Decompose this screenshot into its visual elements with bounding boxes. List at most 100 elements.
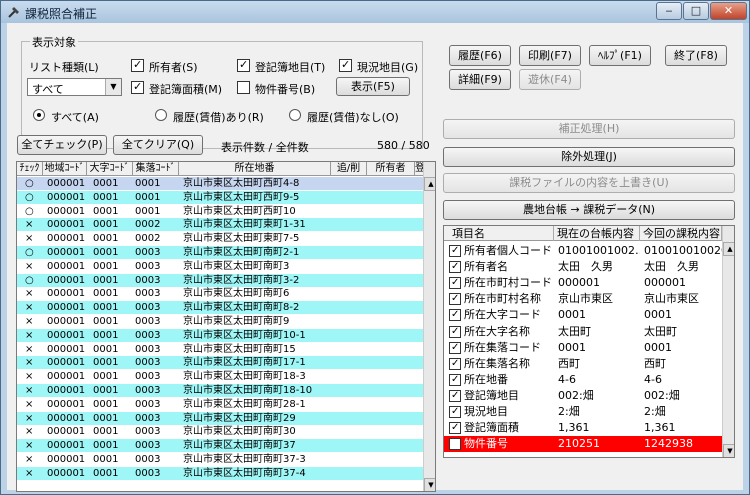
- table-row[interactable]: × 000001 0001 0003 京山市東区太田町南町37-4: [17, 466, 424, 480]
- table-row[interactable]: × 000001 0001 0002 京山市東区太田町東町7-5: [17, 232, 424, 246]
- detail-button[interactable]: 詳細(F9): [449, 69, 511, 90]
- table-row[interactable]: × 000001 0001 0003 京山市東区太田町南町30: [17, 425, 424, 439]
- grid-col-oaza[interactable]: 大字ｺｰﾄﾞ: [87, 162, 133, 176]
- farm-to-tax-button[interactable]: 農地台帳 → 課税データ(N): [443, 200, 735, 220]
- chevron-down-icon[interactable]: ▼: [105, 79, 121, 95]
- radio-history-no[interactable]: [289, 109, 301, 121]
- detail-row[interactable]: 所有者名 太田 久男 太田 久男: [444, 259, 722, 275]
- detail-row-checkbox[interactable]: [449, 324, 461, 340]
- scroll-down-icon[interactable]: ▼: [723, 444, 734, 457]
- grid-col-village[interactable]: 集落ｺｰﾄﾞ: [133, 162, 179, 176]
- scroll-up-icon[interactable]: ▲: [424, 177, 435, 191]
- grid-col-check[interactable]: ﾁｪｯｸ: [17, 162, 43, 176]
- table-row[interactable]: ○ 000001 0001 0001 京山市東区太田町西町10: [17, 204, 424, 218]
- correction-button[interactable]: 補正処理(H): [443, 119, 735, 139]
- detail-row-checkbox[interactable]: [449, 291, 461, 307]
- grid-scrollbar[interactable]: ▲ ▼: [423, 162, 435, 491]
- grid-col-area[interactable]: 地域ｺｰﾄﾞ: [43, 162, 87, 176]
- detail-row-checkbox[interactable]: [449, 275, 461, 291]
- grid-cell-oaza: 0001: [93, 426, 119, 438]
- help-button[interactable]: ﾍﾙﾌﾟ(F1): [589, 45, 651, 66]
- table-row[interactable]: ○ 000001 0001 0003 京山市東区太田町南町2-1: [17, 246, 424, 259]
- detail-row-checkbox[interactable]: [449, 243, 461, 259]
- detail-table[interactable]: 項目名 現在の台帳内容 今回の課税内容 所有者個人コード 01001001002……: [443, 225, 735, 458]
- detail-row[interactable]: 所有者個人コード 01001001002… 0100100100201: [444, 243, 722, 259]
- grid-col-address[interactable]: 所在地番: [179, 162, 331, 176]
- table-row[interactable]: × 000001 0001 0003 京山市東区太田町南町18-3: [17, 370, 424, 384]
- current-landuse-checkbox[interactable]: [339, 58, 352, 72]
- owner-checkbox[interactable]: [131, 58, 144, 72]
- show-button[interactable]: 表示(F5): [336, 77, 410, 96]
- maximize-button[interactable]: □: [683, 2, 709, 20]
- grid-col-add-del[interactable]: 追/削: [331, 162, 367, 176]
- table-row[interactable]: × 000001 0001 0003 京山市東区太田町南町28-1: [17, 397, 424, 411]
- check-all-button[interactable]: 全てチェック(P): [17, 135, 107, 155]
- detail-row-checkbox[interactable]: [449, 356, 461, 372]
- clear-all-button[interactable]: 全てクリア(Q): [113, 135, 203, 155]
- table-row[interactable]: × 000001 0001 0002 京山市東区太田町東町1-31: [17, 218, 424, 232]
- detail-col-current[interactable]: 現在の台帳内容: [554, 226, 640, 241]
- registry-landuse-checkbox[interactable]: [237, 58, 250, 72]
- history-button[interactable]: 履歴(F6): [449, 45, 511, 66]
- detail-col-item[interactable]: 項目名: [444, 226, 554, 241]
- detail-row[interactable]: 所在市町村名称 京山市東区 京山市東区: [444, 291, 722, 307]
- detail-row[interactable]: 所在集落コード 0001 0001: [444, 340, 722, 356]
- table-row[interactable]: × 000001 0001 0003 京山市東区太田町南町29: [17, 411, 424, 425]
- registry-area-checkbox[interactable]: [131, 80, 144, 94]
- list-type-select[interactable]: すべて ▼: [27, 78, 122, 96]
- table-row[interactable]: × 000001 0001 0003 京山市東区太田町南町6: [17, 287, 424, 301]
- records-grid[interactable]: ﾁｪｯｸ 地域ｺｰﾄﾞ 大字ｺｰﾄﾞ 集落ｺｰﾄﾞ 所在地番 追/削 所有者 登…: [16, 161, 436, 492]
- table-row[interactable]: × 000001 0001 0003 京山市東区太田町南町37-3: [17, 453, 424, 466]
- detail-row[interactable]: 登記簿面積 1,361 1,361: [444, 420, 722, 436]
- table-row[interactable]: × 000001 0001 0003 京山市東区太田町南町9: [17, 315, 424, 328]
- exclude-button[interactable]: 除外処理(J): [443, 147, 735, 167]
- title-bar[interactable]: 課税照合補正 ‒ □ ✕: [1, 1, 749, 23]
- detail-row-checkbox[interactable]: [449, 259, 461, 275]
- idle-button[interactable]: 遊休(F4): [519, 69, 581, 90]
- property-number-checkbox[interactable]: [237, 81, 250, 94]
- detail-row-checkbox[interactable]: [449, 404, 461, 420]
- detail-row[interactable]: 現況地目 2:畑 2:畑: [444, 404, 722, 420]
- detail-row[interactable]: 所在大字名称 太田町 太田町: [444, 324, 722, 340]
- detail-row[interactable]: 所在市町村コード 000001 000001: [444, 275, 722, 291]
- table-row[interactable]: ○ 000001 0001 0001 京山市東区太田町西町9-5: [17, 190, 424, 204]
- scroll-up-icon[interactable]: ▲: [723, 242, 734, 256]
- grid-col-owner[interactable]: 所有者: [367, 162, 415, 176]
- radio-history-yes[interactable]: [155, 109, 167, 121]
- detail-scrollbar[interactable]: ▲ ▼: [722, 226, 734, 457]
- detail-row-checkbox[interactable]: [449, 340, 461, 356]
- radio-all[interactable]: [33, 109, 45, 121]
- exit-button[interactable]: 終了(F8): [665, 45, 727, 66]
- detail-col-new[interactable]: 今回の課税内容: [640, 226, 722, 241]
- main-window: 課税照合補正 ‒ □ ✕ 表示対象 リスト種類(L) すべて ▼ 所有者(S) …: [0, 0, 750, 495]
- grid-cell-village: 0001: [135, 205, 161, 217]
- detail-row-checkbox[interactable]: [449, 438, 461, 451]
- grid-cell-area: 000001: [47, 274, 86, 286]
- minimize-button[interactable]: ‒: [656, 2, 682, 20]
- close-button[interactable]: ✕: [710, 2, 747, 20]
- table-row[interactable]: × 000001 0001 0003 京山市東区太田町南町10-1: [17, 328, 424, 342]
- table-row[interactable]: × 000001 0001 0003 京山市東区太田町南町3: [17, 259, 424, 273]
- table-row[interactable]: × 000001 0001 0003 京山市東区太田町南町18-10: [17, 384, 424, 397]
- overwrite-button[interactable]: 課税ファイルの内容を上書き(U): [443, 173, 735, 193]
- detail-cell-name: 所在市町村名称: [464, 292, 541, 306]
- table-row[interactable]: × 000001 0001 0003 京山市東区太田町南町8-2: [17, 301, 424, 315]
- detail-row[interactable]: 登記簿地目 002:畑 002:畑: [444, 388, 722, 404]
- detail-row-checkbox[interactable]: [449, 372, 461, 388]
- detail-row[interactable]: 物件番号 210251 1242938: [444, 436, 722, 453]
- detail-row-checkbox[interactable]: [449, 307, 461, 323]
- table-row[interactable]: ○ 000001 0001 0003 京山市東区太田町南町3-2: [17, 273, 424, 287]
- detail-row[interactable]: 所在地番 4-6 4-6: [444, 372, 722, 388]
- grid-cell-oaza: 0001: [93, 205, 119, 217]
- table-row[interactable]: × 000001 0001 0003 京山市東区太田町南町15: [17, 342, 424, 356]
- detail-row[interactable]: 所在大字コード 0001 0001: [444, 307, 722, 323]
- print-button[interactable]: 印刷(F7): [519, 45, 581, 66]
- detail-row-checkbox[interactable]: [449, 388, 461, 404]
- table-row[interactable]: ○ 000001 0001 0001 京山市東区太田町西町4-8: [17, 177, 424, 190]
- detail-row[interactable]: 所在集落名称 西町 西町: [444, 356, 722, 372]
- detail-row-checkbox[interactable]: [449, 420, 461, 436]
- detail-cell-new: 0001: [644, 340, 672, 354]
- table-row[interactable]: × 000001 0001 0003 京山市東区太田町南町37: [17, 439, 424, 453]
- scroll-down-icon[interactable]: ▼: [424, 478, 435, 491]
- table-row[interactable]: × 000001 0001 0003 京山市東区太田町南町17-1: [17, 356, 424, 370]
